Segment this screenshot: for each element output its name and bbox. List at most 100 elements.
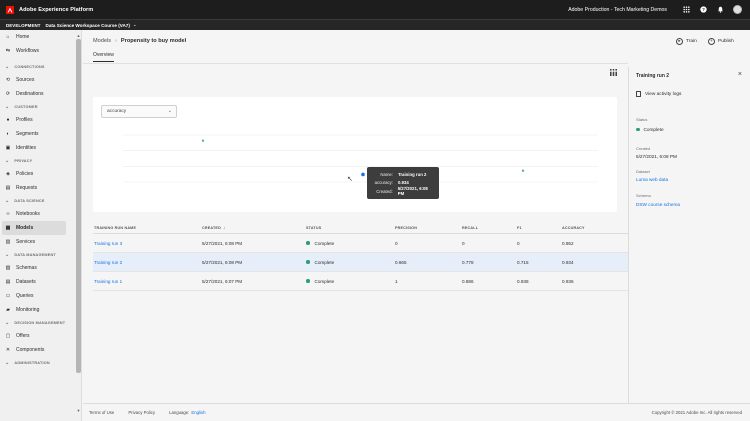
scroll-up-icon[interactable]: ▲ bbox=[76, 33, 81, 38]
sidebar-scrollbar[interactable] bbox=[76, 39, 81, 373]
train-button[interactable]: ▸ Train bbox=[676, 38, 697, 45]
sandbox-switcher[interactable]: Data Science Workspace Course (VA7) bbox=[46, 23, 130, 28]
sidebar-item-label: Components bbox=[16, 347, 45, 353]
nav-section-decision-management[interactable]: ⌄ DECISION MANAGEMENT bbox=[0, 317, 81, 329]
status-text: Complete bbox=[314, 259, 335, 265]
sidebar-item-label: Services bbox=[16, 239, 36, 245]
sidebar-item-destinations[interactable]: ⟳ Destinations bbox=[0, 87, 81, 101]
sidebar-item-notebooks[interactable]: ‹› Notebooks bbox=[0, 207, 81, 221]
terms-link[interactable]: Terms of Use bbox=[89, 410, 114, 415]
status-dot-icon bbox=[306, 241, 310, 245]
tab-overview[interactable]: Overview bbox=[93, 52, 114, 62]
breadcrumb-models[interactable]: Models bbox=[93, 38, 111, 44]
sidebar-item-components[interactable]: ✕ Components bbox=[0, 343, 81, 357]
chevron-down-icon[interactable]: ⌄ bbox=[133, 22, 137, 28]
sidebar-item-label: Identities bbox=[16, 145, 37, 151]
nav-section-customer[interactable]: ⌄ CUSTOMER bbox=[0, 101, 81, 113]
data-point[interactable] bbox=[521, 169, 525, 172]
column-header-training-run-name[interactable]: TRAINING RUN NAME bbox=[93, 226, 202, 230]
sidebar-item-label: Models bbox=[16, 225, 34, 231]
org-switcher[interactable]: Adobe Production - Tech Marketing Demos bbox=[568, 7, 667, 13]
publish-button[interactable]: + Publish bbox=[708, 38, 734, 45]
table-row[interactable]: Training run 2 5/27/2021, 6:08 PM Comple… bbox=[93, 253, 628, 272]
scroll-down-icon[interactable]: ▼ bbox=[76, 408, 81, 413]
sidebar-item-models[interactable]: ▦ Models bbox=[2, 221, 66, 235]
status-value-text: Complete bbox=[643, 127, 664, 132]
table-row[interactable]: Training run 3 5/27/2021, 6:08 PM Comple… bbox=[93, 234, 628, 253]
column-header-f1[interactable]: F1 bbox=[517, 226, 562, 230]
data-point[interactable] bbox=[201, 139, 205, 142]
sidebar-item-identities[interactable]: ▣ Identities bbox=[0, 141, 81, 155]
global-header: Adobe Experience Platform Adobe Producti… bbox=[0, 0, 750, 19]
tab-list: Overview bbox=[93, 52, 114, 62]
status-text: Complete bbox=[314, 240, 335, 246]
nav-section-administration[interactable]: ⌄ ADMINISTRATION bbox=[0, 357, 81, 369]
sidebar-item-label: Workflows bbox=[16, 48, 39, 54]
column-header-status[interactable]: STATUS bbox=[306, 226, 395, 230]
language-selector[interactable]: English bbox=[191, 410, 205, 415]
notifications-bell-icon[interactable] bbox=[716, 6, 724, 14]
sidebar-item-home[interactable]: ⌂ Home bbox=[0, 30, 81, 44]
sidebar-item-offers[interactable]: ▢ Offers bbox=[0, 329, 81, 343]
view-activity-logs-link[interactable]: View activity logs bbox=[636, 91, 681, 97]
sort-descending-icon[interactable]: ↓ bbox=[223, 225, 225, 230]
sidebar-item-sources[interactable]: ⟲ Sources bbox=[0, 73, 81, 87]
close-icon[interactable]: × bbox=[738, 71, 742, 78]
sidebar-item-requests[interactable]: ▤ Requests bbox=[0, 181, 81, 195]
precision-cell: 0 bbox=[395, 240, 398, 246]
nav-section-privacy[interactable]: ⌄ PRIVACY bbox=[0, 155, 81, 167]
requests-icon: ▤ bbox=[5, 185, 11, 191]
column-header-created[interactable]: CREATED ↓ bbox=[202, 225, 306, 230]
sidebar-item-workflows[interactable]: ⇆ Workflows bbox=[0, 44, 81, 58]
nav-section-connections[interactable]: ⌄ CONNECTIONS bbox=[0, 61, 81, 73]
column-header-label: STATUS bbox=[306, 225, 322, 230]
add-icon: + bbox=[708, 38, 715, 45]
privacy-link[interactable]: Privacy Policy bbox=[128, 410, 155, 415]
nav-section-data-management[interactable]: ⌄ DATA MANAGEMENT bbox=[0, 249, 81, 261]
adobe-logo-icon[interactable] bbox=[6, 5, 14, 14]
sidebar-item-policies[interactable]: ◈ Policies bbox=[0, 167, 81, 181]
training-run-link[interactable]: Training run 2 bbox=[94, 260, 122, 265]
chevron-down-icon: ⌄ bbox=[5, 158, 10, 164]
schema-link[interactable]: DSW course schema bbox=[636, 202, 680, 207]
mouse-pointer-icon: ↖ bbox=[347, 176, 353, 183]
sidebar-item-profiles[interactable]: ● Profiles bbox=[0, 113, 81, 127]
nav-section-data-science[interactable]: ⌄ DATA SCIENCE bbox=[0, 195, 81, 207]
column-header-recall[interactable]: RECALL bbox=[462, 226, 517, 230]
column-header-accuracy[interactable]: ACCURACY bbox=[562, 226, 628, 230]
sidebar-item-datasets[interactable]: ▤ Datasets bbox=[0, 275, 81, 289]
services-icon: ▥ bbox=[5, 239, 11, 245]
tooltip-accuracy-value: 0.934 bbox=[398, 180, 409, 186]
column-settings-icon[interactable] bbox=[610, 69, 617, 76]
components-icon: ✕ bbox=[5, 347, 11, 353]
sidebar-item-schemas[interactable]: ▨ Schemas bbox=[0, 261, 81, 275]
sidebar-item-queries[interactable]: ▭ Queries bbox=[0, 289, 81, 303]
evaluation-chart-card: accuracy ⌄ bbox=[93, 97, 617, 212]
column-header-precision[interactable]: PRECISION bbox=[395, 226, 462, 230]
f1-cell: 0.715 bbox=[517, 259, 529, 265]
accuracy-cell: 0.952 bbox=[562, 240, 574, 246]
sidebar-item-label: Datasets bbox=[16, 279, 36, 285]
app-title[interactable]: Adobe Experience Platform bbox=[19, 7, 93, 13]
data-point[interactable] bbox=[361, 172, 365, 177]
table-row[interactable]: Training run 1 5/27/2021, 6:07 PM Comple… bbox=[93, 272, 628, 291]
nav-section-label: PRIVACY bbox=[14, 159, 33, 163]
breadcrumb: Models › Propensity to buy model bbox=[93, 38, 186, 44]
apps-grid-icon[interactable] bbox=[682, 6, 690, 14]
training-run-link[interactable]: Training run 3 bbox=[94, 241, 122, 246]
view-activity-logs-label: View activity logs bbox=[645, 91, 682, 97]
dataset-link[interactable]: Luma web data bbox=[636, 177, 668, 182]
f1-cell: 0 bbox=[517, 240, 520, 246]
column-header-label: PRECISION bbox=[395, 225, 418, 230]
sidebar-item-segments[interactable]: ◐ Segments bbox=[0, 127, 81, 141]
sidebar-item-services[interactable]: ▥ Services bbox=[0, 235, 81, 249]
destinations-icon: ⟳ bbox=[5, 91, 11, 97]
help-icon[interactable]: ? bbox=[699, 6, 707, 14]
user-avatar[interactable] bbox=[733, 5, 742, 14]
precision-cell: 1 bbox=[395, 278, 398, 284]
dataset-label: Dataset bbox=[636, 169, 650, 174]
status-text: Complete bbox=[314, 278, 335, 284]
notebooks-icon: ‹› bbox=[6, 211, 10, 217]
sidebar-item-monitoring[interactable]: ▰ Monitoring bbox=[0, 303, 81, 317]
training-run-link[interactable]: Training run 1 bbox=[94, 279, 122, 284]
